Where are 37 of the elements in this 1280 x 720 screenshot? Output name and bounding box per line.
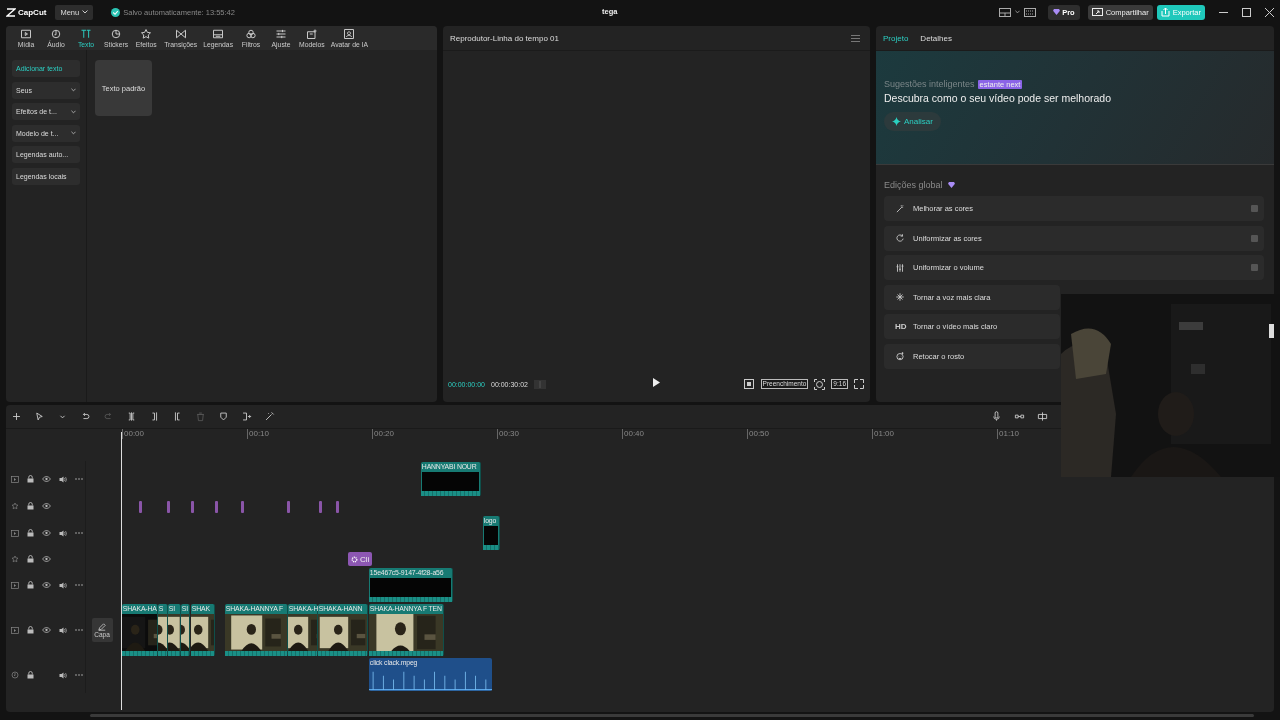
inspector-tab[interactable]: Projeto [883, 33, 909, 43]
effect-clip[interactable]: Cli [348, 552, 372, 566]
video-clip[interactable]: logo [483, 516, 500, 550]
video-clip[interactable]: 15e467c5-9147-4f28-a56 [369, 568, 453, 602]
video-clip[interactable]: SHAKA-HANNYA F TEN [369, 604, 444, 656]
player-title: Reprodutor-Linha do tempo 01 [450, 33, 559, 43]
suggestions-headline: Descubra como o seu vídeo pode ser melhorado [884, 92, 1113, 104]
clip-label: click clack.mpeg [369, 658, 418, 668]
inspector-tab[interactable]: Detalhes [920, 33, 952, 43]
ruler-label: 01:00 [872, 429, 895, 439]
ruler-label: 00:10 [247, 429, 270, 439]
video-clip[interactable]: HANNYABI NOUR [421, 462, 481, 496]
video-clip[interactable]: SHAK [191, 604, 215, 656]
ruler-label: 01:10 [997, 429, 1020, 439]
clip-label: SHAKA-H [288, 604, 319, 614]
clip-label: 15e467c5-9147-4f28-a56 [369, 568, 444, 578]
analyze-button[interactable]: Analisar [884, 112, 941, 131]
clip-label: SHAKA-HANNYA F [225, 604, 283, 614]
suggestions-title: Sugestões inteligentes [884, 79, 975, 89]
clip-label: logo [483, 516, 497, 526]
global-edits-title: Edições global [884, 180, 943, 190]
ruler-label: 00:20 [372, 429, 395, 439]
hd-label: HD [895, 322, 905, 331]
clip-label: SI [181, 604, 189, 614]
app-logo: CapCut [18, 7, 47, 17]
clip-label: SHAKA-HANNYA F TEN [369, 604, 442, 614]
video-clip[interactable]: SHAKA-HANN [318, 604, 368, 656]
ruler-label: 00:50 [747, 429, 770, 439]
clip-label: SHAK [191, 604, 210, 614]
clip-label: SHAKA-HA [122, 604, 157, 614]
clip-label: HANNYABI NOUR [421, 462, 477, 472]
clip-label: SHAKA-HANN [318, 604, 363, 614]
audio-clip[interactable]: click clack.mpeg [369, 658, 492, 691]
clip-label: S [158, 604, 164, 614]
clip-label: SI [168, 604, 176, 614]
ruler-label: 00:30 [497, 429, 520, 439]
ruler-label: 00:40 [622, 429, 645, 439]
